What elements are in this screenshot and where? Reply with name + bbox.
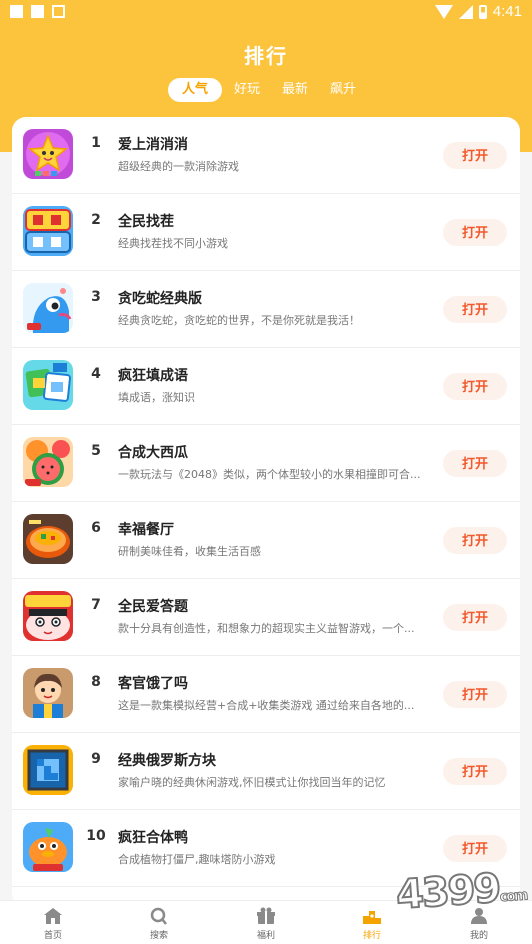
watermark-text: 4399 bbox=[394, 864, 502, 919]
open-button[interactable]: 打开 bbox=[443, 604, 507, 631]
app-description: 经典贪吃蛇，贪吃蛇的世界，不是你死就是我活！ bbox=[118, 314, 360, 327]
page-title: 排行 bbox=[244, 44, 288, 68]
rank-number: 1 bbox=[91, 135, 101, 151]
list-item[interactable]: 3 贪吃蛇经典版 经典贪吃蛇，贪吃蛇的世界，不是你死就是我活！ 打开 bbox=[12, 271, 520, 348]
app-description: 款十分具有创造性，和想象力的超现实主义益智游戏，一个... bbox=[118, 622, 415, 635]
open-button[interactable]: 打开 bbox=[443, 142, 507, 169]
app-name: 疯狂合体鸭 bbox=[118, 830, 188, 846]
app-description: 合成植物打僵尸,趣味塔防小游戏 bbox=[118, 853, 276, 866]
notification-icon bbox=[31, 5, 44, 18]
rank-number: 6 bbox=[91, 520, 101, 536]
tabbar-label: 排行 bbox=[362, 931, 381, 941]
open-button[interactable]: 打开 bbox=[443, 681, 507, 708]
tabbar-item-gift[interactable]: 福利 bbox=[226, 907, 306, 941]
app-description: 一款玩法与《2048》类似，两个体型较小的水果相撞即可合... bbox=[118, 468, 421, 481]
list-item[interactable]: 7 全民爱答题 款十分具有创造性，和想象力的超现实主义益智游戏，一个... 打开 bbox=[12, 579, 520, 656]
rank-number: 3 bbox=[91, 289, 101, 305]
ranking-tabs: 人气 好玩 最新 飙升 bbox=[168, 78, 368, 102]
app-name: 贪吃蛇经典版 bbox=[118, 291, 202, 307]
list-item[interactable]: 1 爱上消消消 超级经典的一款消除游戏 打开 bbox=[12, 117, 520, 194]
battery-icon bbox=[478, 4, 487, 19]
app-description: 研制美味佳肴，收集生活百感 bbox=[118, 545, 261, 558]
open-button[interactable]: 打开 bbox=[443, 758, 507, 785]
app-name: 全民爱答题 bbox=[118, 599, 188, 615]
status-bar: 4:41 bbox=[0, 0, 532, 24]
idiom-icon bbox=[23, 360, 73, 410]
rank-number: 7 bbox=[91, 597, 101, 613]
tetris-icon bbox=[23, 745, 73, 795]
tabbar-item-home[interactable]: 首页 bbox=[13, 907, 93, 941]
watermark-domain: com bbox=[499, 887, 528, 906]
rank-number: 2 bbox=[91, 212, 101, 228]
quiz-face-icon bbox=[23, 591, 73, 641]
list-item[interactable]: 5 合成大西瓜 一款玩法与《2048》类似，两个体型较小的水果相撞即可合... … bbox=[12, 425, 520, 502]
rank-number: 5 bbox=[91, 443, 101, 459]
list-item[interactable]: 6 幸福餐厅 研制美味佳肴，收集生活百感 打开 bbox=[12, 502, 520, 579]
list-item[interactable]: 2 全民找茬 经典找茬找不同小游戏 打开 bbox=[12, 194, 520, 271]
innkeeper-icon bbox=[23, 668, 73, 718]
list-item[interactable]: 8 客官饿了吗 这是一款集模拟经营+合成+收集类游戏 通过给来自各地的... 打… bbox=[12, 656, 520, 733]
search-icon bbox=[149, 907, 169, 925]
app-description: 家喻户晓的经典休闲游戏,怀旧模式让你找回当年的记忆 bbox=[118, 776, 386, 789]
duck-icon bbox=[23, 822, 73, 872]
app-description: 经典找茬找不同小游戏 bbox=[118, 237, 228, 250]
rank-number: 4 bbox=[91, 366, 101, 382]
open-button[interactable]: 打开 bbox=[443, 296, 507, 323]
app-name: 全民找茬 bbox=[118, 214, 174, 230]
tab-fun[interactable]: 好玩 bbox=[224, 78, 270, 102]
app-name: 客官饿了吗 bbox=[118, 676, 188, 692]
rank-number: 10 bbox=[86, 828, 106, 844]
notification-icon bbox=[10, 5, 23, 18]
tab-rising[interactable]: 飙升 bbox=[320, 78, 366, 102]
tabbar-label: 福利 bbox=[256, 931, 275, 941]
rank-number: 8 bbox=[91, 674, 101, 690]
home-icon bbox=[43, 907, 63, 925]
open-button[interactable]: 打开 bbox=[443, 527, 507, 554]
app-description: 这是一款集模拟经营+合成+收集类游戏 通过给来自各地的... bbox=[118, 699, 415, 712]
app-description: 超级经典的一款消除游戏 bbox=[118, 160, 239, 173]
tabbar-label: 搜索 bbox=[149, 931, 168, 941]
app-name: 经典俄罗斯方块 bbox=[118, 753, 216, 769]
list-item[interactable]: 4 疯狂填成语 填成语，涨知识 打开 bbox=[12, 348, 520, 425]
app-name: 幸福餐厅 bbox=[118, 522, 174, 538]
ranking-icon bbox=[362, 907, 382, 925]
app-name: 爱上消消消 bbox=[118, 137, 188, 153]
signal-icon bbox=[458, 4, 473, 19]
tabbar-label: 我的 bbox=[469, 931, 488, 941]
tab-popular[interactable]: 人气 bbox=[168, 78, 223, 102]
watermark-logo: 4399com bbox=[394, 864, 528, 919]
watermelon-icon bbox=[23, 437, 73, 487]
list-item[interactable]: 9 经典俄罗斯方块 家喻户晓的经典休闲游戏,怀旧模式让你找回当年的记忆 打开 bbox=[12, 733, 520, 810]
app-name: 合成大西瓜 bbox=[118, 445, 188, 461]
open-button[interactable]: 打开 bbox=[443, 835, 507, 862]
rank-number: 9 bbox=[91, 751, 101, 767]
snake-icon bbox=[23, 283, 73, 333]
open-button[interactable]: 打开 bbox=[443, 373, 507, 400]
image-notification-icon bbox=[52, 5, 65, 18]
tab-newest[interactable]: 最新 bbox=[272, 78, 318, 102]
ranking-list: 1 爱上消消消 超级经典的一款消除游戏 打开 2 全民找茬 经典找茬找不同小游戏… bbox=[12, 117, 520, 907]
star-candy-icon bbox=[23, 129, 73, 179]
tabbar-item-search[interactable]: 搜索 bbox=[119, 907, 199, 941]
tabbar-label: 首页 bbox=[43, 931, 62, 941]
status-time: 4:41 bbox=[492, 3, 522, 20]
restaurant-icon bbox=[23, 514, 73, 564]
app-description: 填成语，涨知识 bbox=[118, 391, 195, 404]
wifi-icon bbox=[434, 4, 453, 19]
open-button[interactable]: 打开 bbox=[443, 219, 507, 246]
gift-icon bbox=[256, 907, 276, 925]
find-difference-icon bbox=[23, 206, 73, 256]
open-button[interactable]: 打开 bbox=[443, 450, 507, 477]
app-name: 疯狂填成语 bbox=[118, 368, 188, 384]
